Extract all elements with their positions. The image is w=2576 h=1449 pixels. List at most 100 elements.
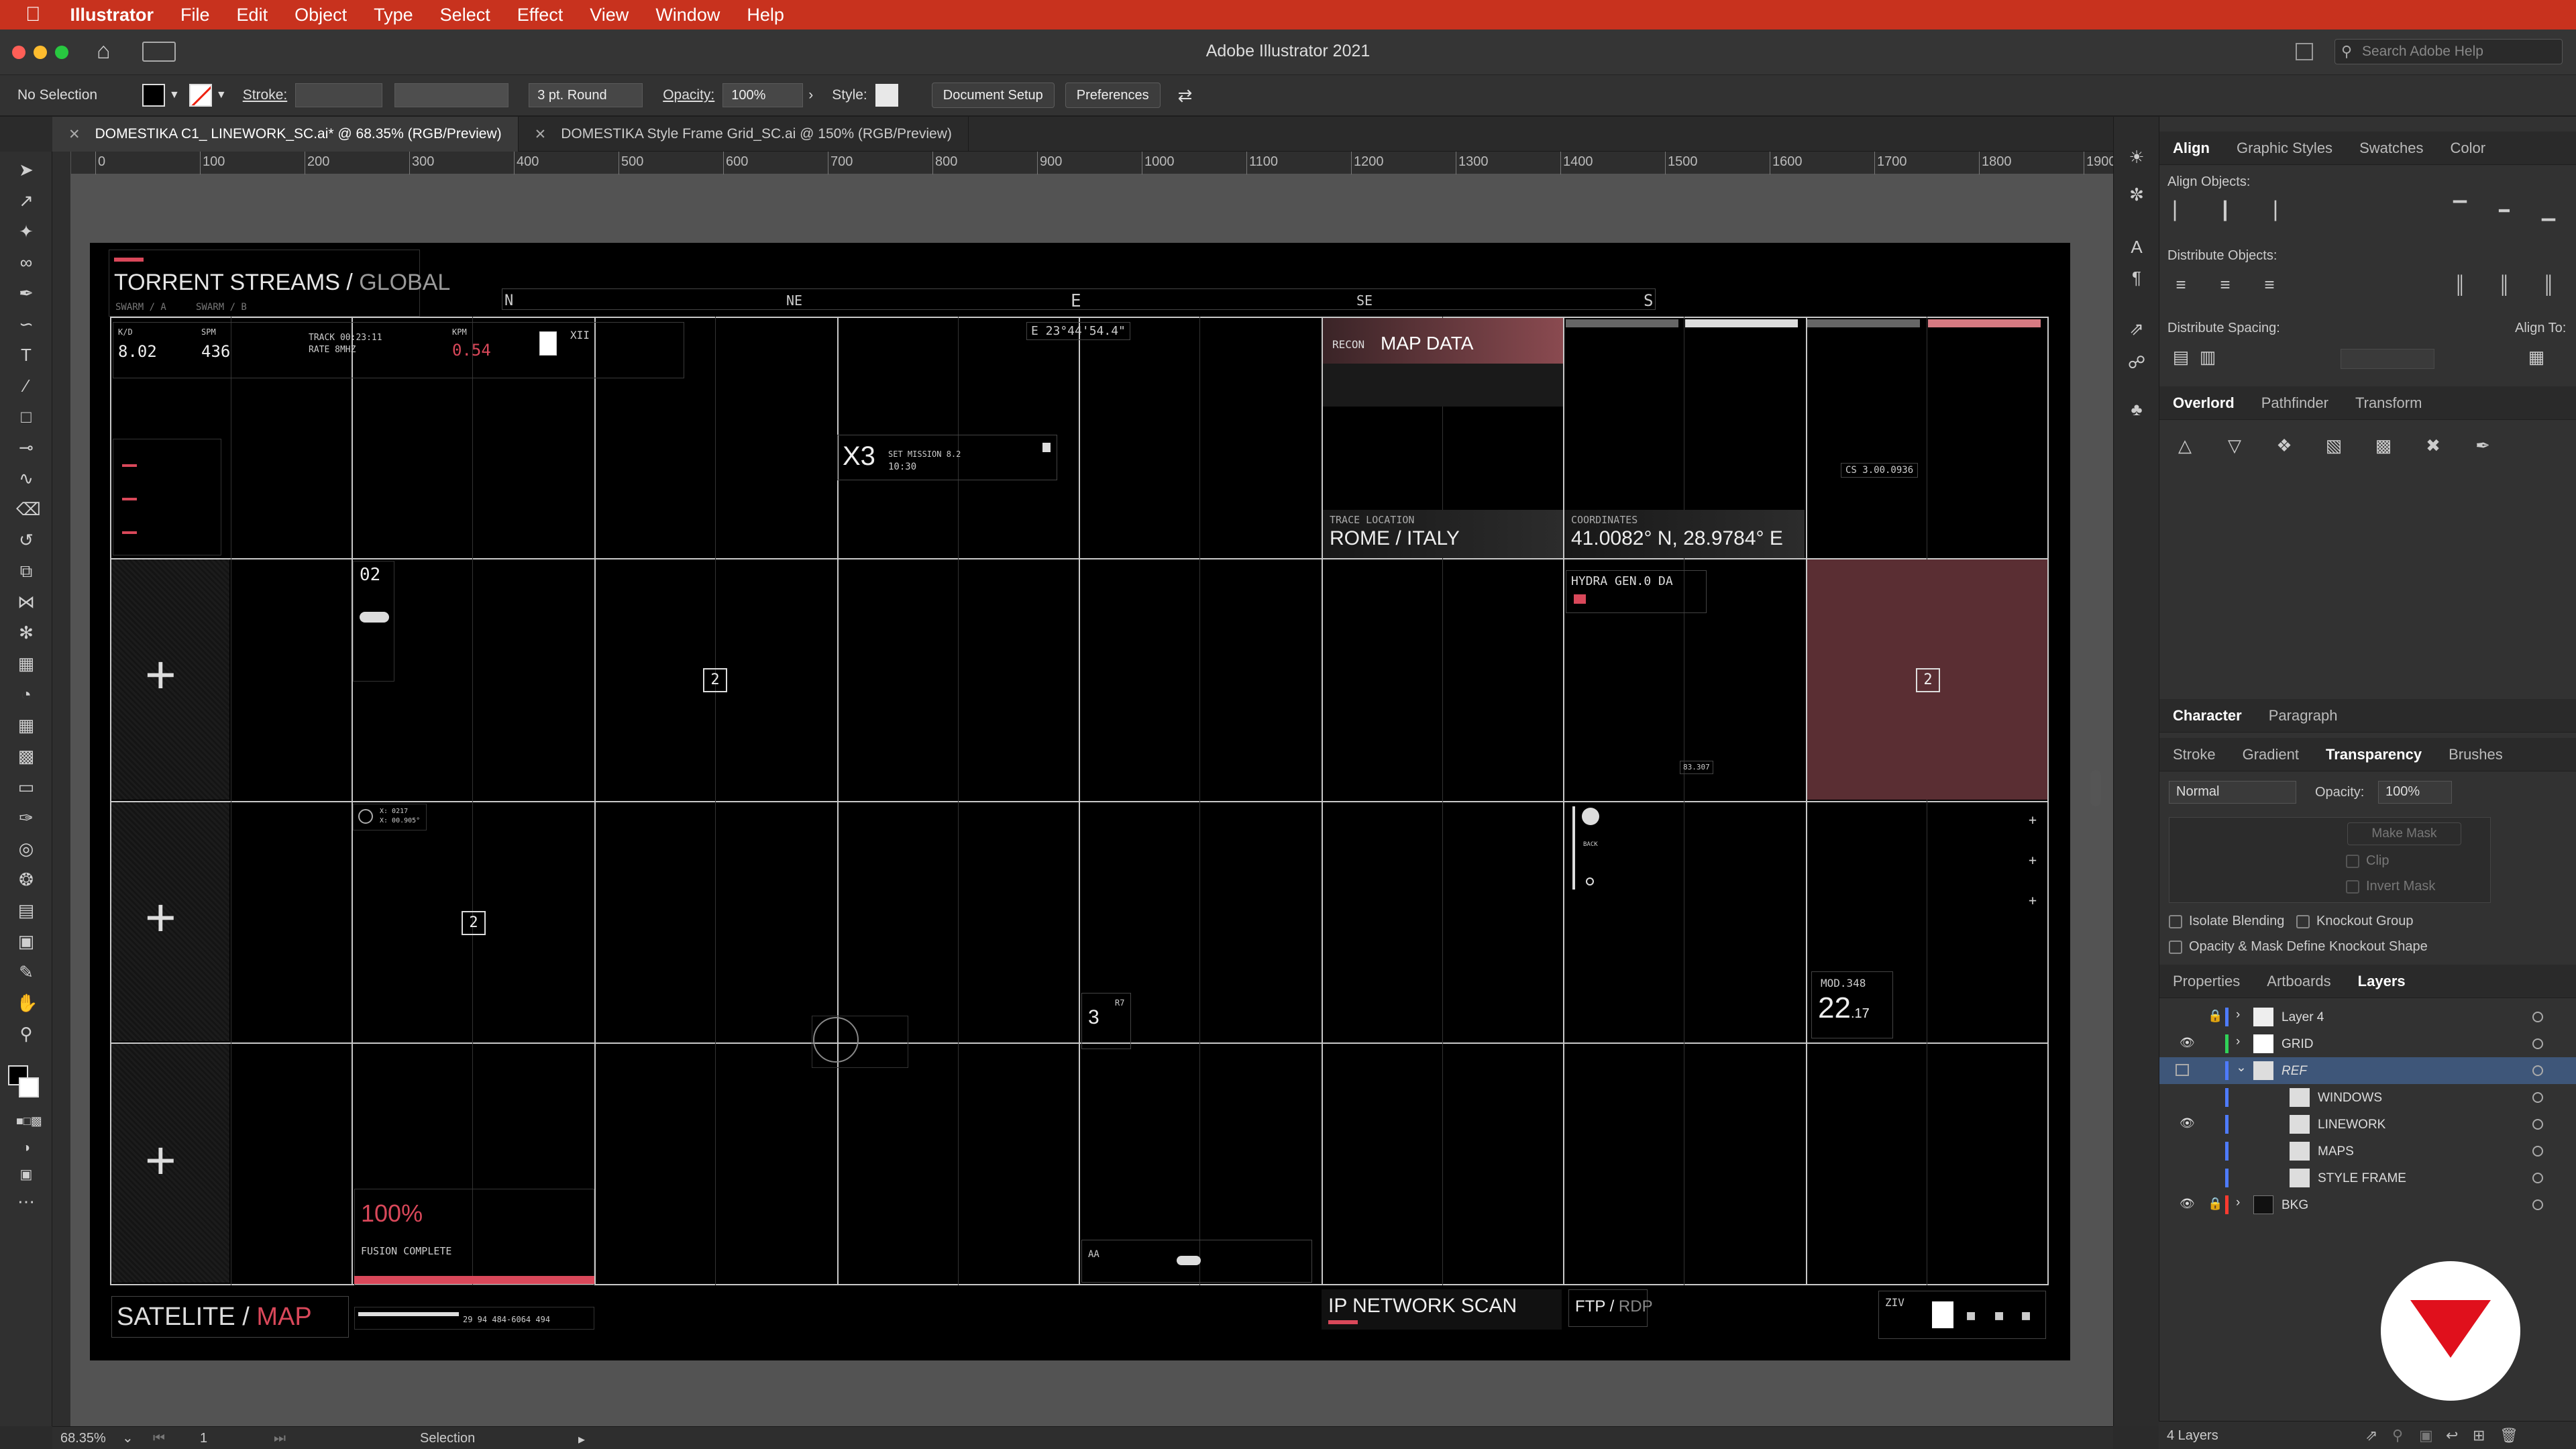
layer-row-ref[interactable]: ⌄ REF <box>2159 1057 2576 1084</box>
apple-menu-icon[interactable]:  <box>0 3 57 26</box>
tab-pathfinder[interactable]: Pathfinder <box>2248 394 2342 412</box>
expand-arrow-icon[interactable]: › <box>2236 1034 2240 1049</box>
layer-row-style-frame[interactable]: STYLE FRAME <box>2159 1165 2576 1191</box>
collapse-arrow-icon[interactable]: ⌄ <box>2236 1060 2247 1075</box>
align-right-icon[interactable]: ▕ <box>2259 200 2280 221</box>
paragraph-icon[interactable]: ¶ <box>2126 267 2147 288</box>
tab-overlord[interactable]: Overlord <box>2159 394 2248 412</box>
export-icon[interactable]: ⇗ <box>2126 318 2147 339</box>
isolate-blending-checkbox[interactable] <box>2169 915 2182 928</box>
tab-align[interactable]: Align <box>2159 140 2223 157</box>
screen-mode-icon[interactable]: ▣ <box>16 1165 36 1185</box>
artboard[interactable]: TORRENT STREAMS / GLOBAL SWARM / A SWARM… <box>90 243 2070 1360</box>
tab-gradient[interactable]: Gradient <box>2229 746 2312 763</box>
arrange-documents-icon[interactable] <box>2296 43 2313 60</box>
color-modes-icon[interactable]: ■□▩ <box>16 1111 42 1131</box>
zoom-dropdown-icon[interactable]: ⌄ <box>122 1430 133 1446</box>
curvature-tool-icon[interactable]: ∽ <box>16 314 36 334</box>
tab-transparency[interactable]: Transparency <box>2312 746 2435 763</box>
layer-row-layer4[interactable]: 🔒 › Layer 4 <box>2159 1004 2576 1030</box>
overlord-send-icon[interactable]: △ <box>2174 435 2196 456</box>
rotate-tool-icon[interactable]: ↺ <box>16 530 36 550</box>
opacity-arrow-icon[interactable]: › <box>808 87 813 103</box>
clip-checkbox[interactable] <box>2346 855 2359 868</box>
width-tool-icon[interactable]: ⋈ <box>16 592 36 612</box>
target-icon[interactable] <box>2532 1038 2543 1049</box>
eye-icon[interactable]: 👁 <box>2180 1036 2195 1050</box>
tab-linework-doc[interactable]: ✕ DOMESTIKA C1_ LINEWORK_SC.ai* @ 68.35% … <box>52 117 519 152</box>
blend-mode-select[interactable]: Normal <box>2169 781 2296 804</box>
vertical-scrollbar-thumb[interactable] <box>2090 770 2101 806</box>
invert-mask-checkbox[interactable] <box>2346 880 2359 894</box>
tab-brushes[interactable]: Brushes <box>2435 746 2516 763</box>
align-top-icon[interactable]: ▔ <box>2449 200 2471 221</box>
spacing-value-field[interactable] <box>2341 349 2434 369</box>
character-icon[interactable]: A <box>2126 236 2147 258</box>
slider-knob[interactable] <box>1586 877 1594 885</box>
menu-type[interactable]: Type <box>360 5 427 25</box>
tab-style-frame-doc[interactable]: ✕ DOMESTIKA Style Frame Grid_SC.ai @ 150%… <box>519 117 969 152</box>
direct-selection-tool-icon[interactable]: ↗ <box>16 191 36 211</box>
last-artboard-icon[interactable]: ⏭ <box>274 1431 286 1446</box>
export-icon[interactable]: ⇗ <box>2365 1427 2377 1444</box>
perspective-grid-tool-icon[interactable]: ▦ <box>16 715 36 735</box>
make-mask-button[interactable]: Make Mask <box>2347 822 2461 845</box>
first-artboard-icon[interactable]: ⏮ <box>153 1431 165 1446</box>
eraser-tool-icon[interactable]: ⌫ <box>16 499 41 519</box>
variable-width-profile[interactable] <box>394 83 509 107</box>
target-icon[interactable] <box>2532 1119 2543 1130</box>
draw-modes-icon[interactable]: ◑ <box>16 1138 36 1158</box>
horizontal-spacing-icon[interactable]: ▥ <box>2197 346 2218 368</box>
opacity-label[interactable]: Opacity: <box>663 87 714 103</box>
overlord-settings-icon[interactable]: ✒ <box>2472 435 2493 456</box>
menu-edit[interactable]: Edit <box>223 5 282 25</box>
puppet-warp-tool-icon[interactable]: ✻ <box>16 623 36 643</box>
shaper-tool-icon[interactable]: ∿ <box>16 468 36 488</box>
tab-swatches[interactable]: Swatches <box>2346 140 2436 157</box>
app-menu[interactable]: Illustrator <box>57 5 168 25</box>
fill-dropdown-icon[interactable]: ▼ <box>169 89 180 101</box>
preferences-button[interactable]: Preferences <box>1065 83 1161 108</box>
paintbrush-tool-icon[interactable]: ⊸ <box>16 437 36 458</box>
align-vcenter-icon[interactable]: ━ <box>2493 200 2515 221</box>
clipping-mask-icon[interactable]: ▣ <box>2419 1427 2433 1444</box>
rectangle-tool-icon[interactable]: □ <box>16 407 36 427</box>
close-tab-icon[interactable]: ✕ <box>68 126 80 143</box>
menu-window[interactable]: Window <box>642 5 733 25</box>
stroke-weight-field[interactable] <box>295 83 383 107</box>
tab-artboards[interactable]: Artboards <box>2253 973 2344 990</box>
document-setup-button[interactable]: Document Setup <box>931 83 1055 108</box>
line-tool-icon[interactable]: ⁄ <box>16 376 36 396</box>
brush-definition[interactable]: 3 pt. Round <box>529 83 643 107</box>
stroke-label[interactable]: Stroke: <box>243 87 288 103</box>
scale-tool-icon[interactable]: ⧉ <box>16 561 36 581</box>
opacity-mask-checkbox[interactable] <box>2169 941 2182 954</box>
tab-paragraph[interactable]: Paragraph <box>2255 707 2351 724</box>
brushes-icon[interactable]: ✼ <box>2126 184 2147 205</box>
magic-wand-tool-icon[interactable]: ✦ <box>16 221 36 241</box>
distribute-right-icon[interactable]: ║ <box>2538 274 2559 295</box>
pen-tool-icon[interactable]: ✒ <box>16 283 36 303</box>
distribute-bottom-icon[interactable]: ≡ <box>2259 274 2280 295</box>
zoom-tool-icon[interactable]: ⚲ <box>16 1024 36 1044</box>
tab-character[interactable]: Character <box>2159 707 2255 724</box>
menu-view[interactable]: View <box>576 5 642 25</box>
new-sublayer-icon[interactable]: ↩ <box>2446 1427 2458 1444</box>
vertical-spacing-icon[interactable]: ▤ <box>2170 346 2192 368</box>
target-icon[interactable] <box>2532 1173 2543 1183</box>
vertical-slider-track[interactable] <box>1572 806 1575 890</box>
lock-icon[interactable]: 🔒 <box>2208 1197 2222 1211</box>
align-to-selection-icon[interactable]: ▦ <box>2526 346 2547 368</box>
search-icon[interactable]: ⚲ <box>2392 1427 2403 1444</box>
eyedropper-tool-icon[interactable]: ✑ <box>16 808 36 828</box>
search-help-input[interactable]: Search Adobe Help <box>2334 39 2563 64</box>
target-icon[interactable] <box>2532 1092 2543 1103</box>
tab-layers[interactable]: Layers <box>2345 973 2419 990</box>
tab-stroke[interactable]: Stroke <box>2159 746 2229 763</box>
lasso-tool-icon[interactable]: ∞ <box>16 252 36 272</box>
align-bottom-icon[interactable]: ▁ <box>2538 200 2559 221</box>
eye-icon[interactable]: 👁 <box>2180 1116 2195 1130</box>
overlord-layers-icon[interactable]: ▩ <box>2373 435 2394 456</box>
graphic-style-swatch[interactable] <box>875 84 898 107</box>
slider-up-icon[interactable] <box>1582 808 1599 825</box>
